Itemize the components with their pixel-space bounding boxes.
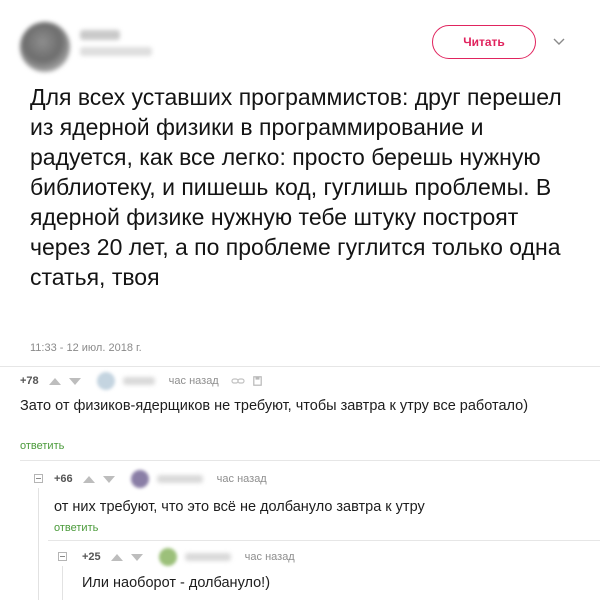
username-blurred[interactable]: [156, 475, 203, 483]
upvote-icon: [48, 378, 61, 385]
avatar[interactable]: [158, 548, 177, 566]
downvote-icon: [68, 378, 81, 385]
divider: [20, 460, 600, 461]
username-blurred[interactable]: [184, 553, 231, 561]
link-icon[interactable]: [231, 376, 245, 386]
comment: +25 час назад Или наоборот - долбануло!): [72, 544, 600, 600]
divider: [48, 540, 600, 541]
comment: +66 час назад от них требуют, что это вс…: [48, 466, 600, 546]
avatar[interactable]: [130, 470, 149, 488]
vote-arrows: [110, 554, 143, 561]
follow-button[interactable]: Читать: [432, 25, 536, 59]
downvote-icon: [102, 476, 115, 483]
collapse-icon[interactable]: [34, 474, 43, 483]
comment-time[interactable]: час назад: [217, 473, 267, 485]
thread-line: [62, 566, 63, 600]
vote-arrows: [82, 476, 115, 483]
collapse-icon[interactable]: [58, 552, 67, 561]
username-blurred[interactable]: [122, 377, 155, 385]
upvote-icon: [110, 554, 123, 561]
comment-meta: +25 час назад: [82, 548, 307, 566]
tweet-timestamp[interactable]: 11:33 - 12 июл. 2018 г.: [30, 342, 142, 354]
comment-text: от них требуют, что это всё не долбануло…: [54, 499, 425, 515]
comment-meta: +66 час назад: [54, 470, 279, 488]
tweet-text: Для всех уставших программистов: друг пе…: [30, 84, 562, 290]
downvote-icon: [130, 554, 143, 561]
comment-score: +25: [82, 551, 101, 563]
tweet-card: Читать Для всех уставших программистов: …: [0, 0, 600, 366]
author-avatar[interactable]: [20, 22, 70, 72]
comment-time[interactable]: час назад: [245, 551, 295, 563]
save-icon[interactable]: [252, 376, 262, 386]
vote-arrows: [48, 378, 81, 385]
comment-time[interactable]: час назад: [169, 375, 219, 387]
thread-line: [38, 488, 39, 600]
comment-meta: +78 час назад: [20, 372, 262, 390]
reply-link[interactable]: ответить: [54, 522, 98, 534]
comment-score: +66: [54, 473, 73, 485]
avatar[interactable]: [96, 372, 115, 390]
author-name-blurred[interactable]: [80, 30, 120, 40]
author-handle-blurred: [80, 47, 152, 56]
chevron-down-icon[interactable]: [553, 36, 565, 46]
upvote-icon: [82, 476, 95, 483]
comment: +78 час назад Зато от физиков-ядерщиков …: [0, 366, 600, 466]
reply-link[interactable]: ответить: [20, 440, 64, 452]
comment-text: Зато от физиков-ядерщиков не требуют, чт…: [20, 398, 529, 414]
comment-score: +78: [20, 375, 39, 387]
comment-text: Или наоборот - долбануло!): [82, 575, 271, 591]
